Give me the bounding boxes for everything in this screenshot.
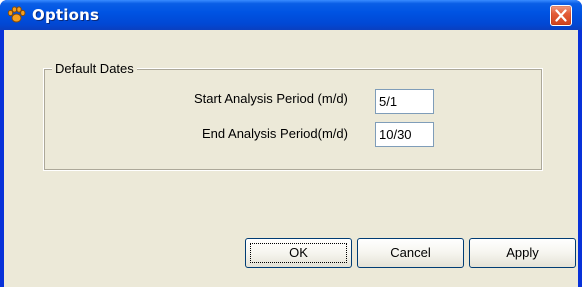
end-period-field[interactable]: 10/30: [375, 122, 434, 147]
cancel-button[interactable]: Cancel: [357, 238, 464, 268]
dialog-body: Default Dates Start Analysis Period (m/d…: [4, 30, 578, 287]
paw-icon: [7, 6, 26, 24]
ok-button[interactable]: OK: [245, 238, 352, 268]
title-bar[interactable]: Options: [0, 0, 582, 30]
start-period-field[interactable]: 5/1: [375, 89, 434, 114]
close-button[interactable]: [550, 5, 572, 26]
close-icon: [555, 9, 567, 22]
group-legend: Default Dates: [52, 61, 137, 76]
default-dates-group: [43, 68, 543, 171]
options-dialog: Options Default Dates Start Analysis Per…: [0, 0, 582, 287]
start-period-label: Start Analysis Period (m/d): [194, 91, 348, 106]
end-period-label: End Analysis Period(m/d): [202, 126, 348, 141]
apply-button[interactable]: Apply: [469, 238, 576, 268]
window-title: Options: [32, 6, 100, 24]
ok-label: OK: [289, 245, 308, 260]
